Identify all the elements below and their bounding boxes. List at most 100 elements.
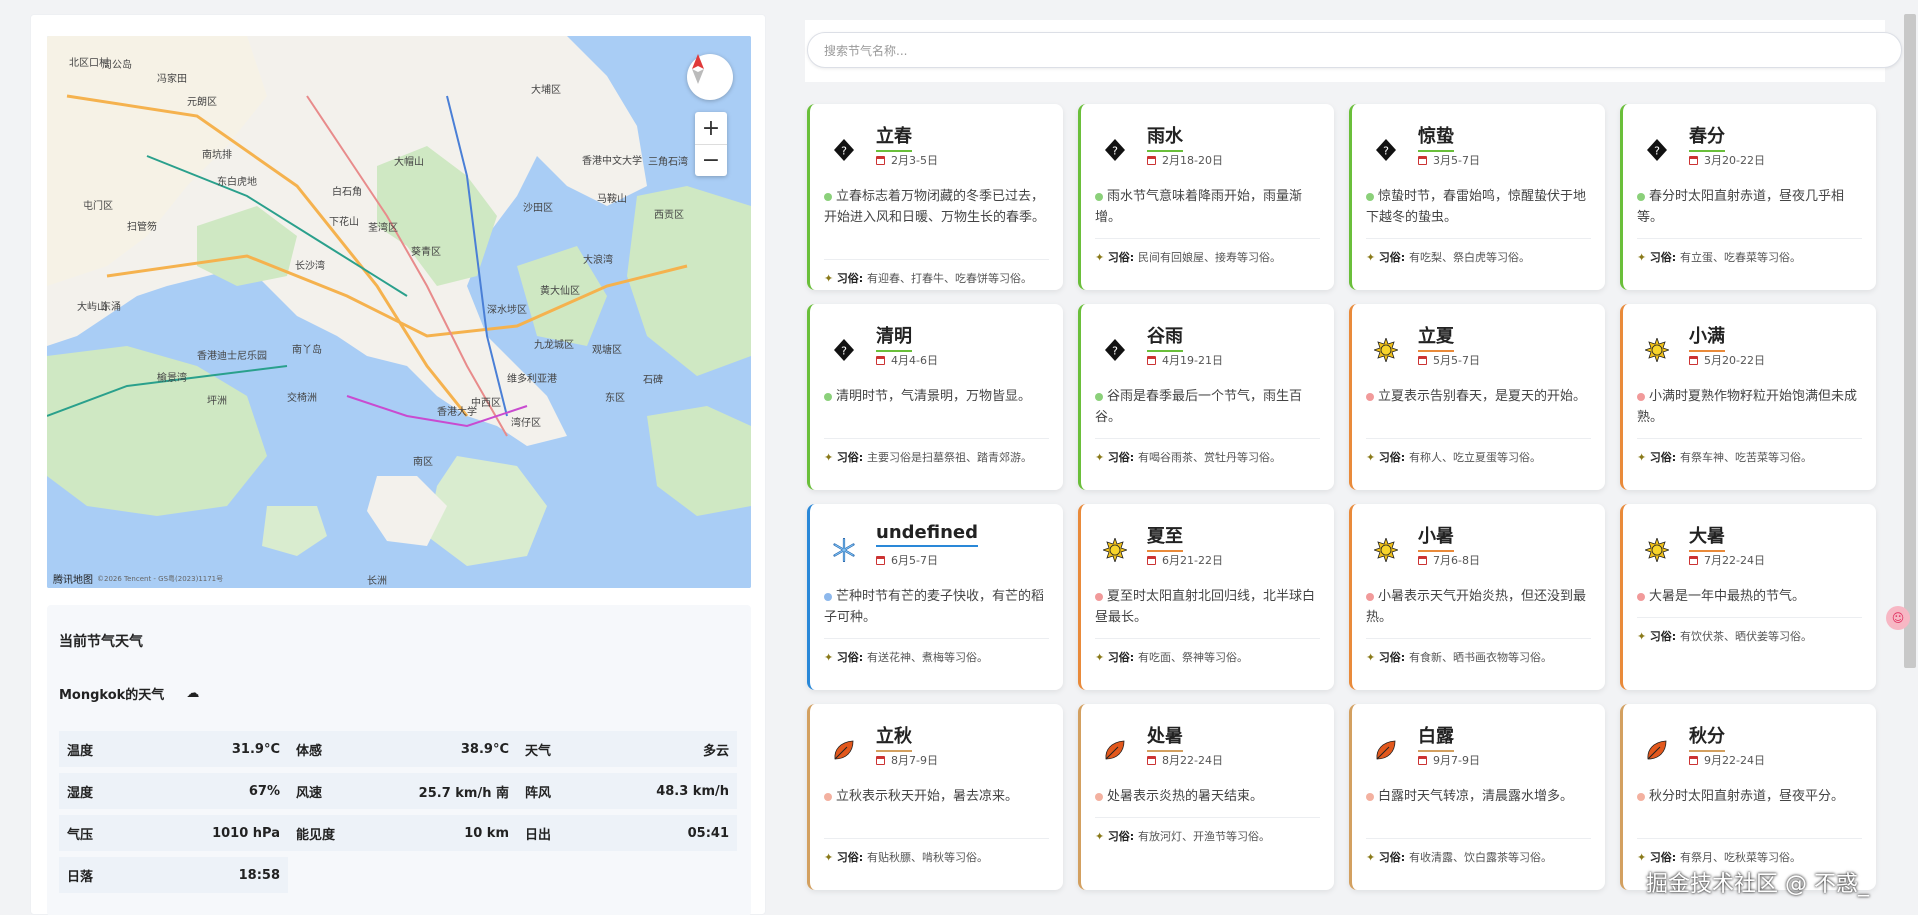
term-date: 3月5-7日 — [1418, 152, 1480, 168]
term-name: 谷雨 — [1147, 322, 1183, 352]
flower-icon — [824, 392, 832, 401]
term-name: 大暑 — [1689, 522, 1725, 552]
term-description-text: 立春标志着万物闭藏的冬季已过去，开始进入风和日暖、万物生长的春季。 — [824, 189, 1046, 225]
flower-icon — [1366, 192, 1374, 201]
side-float-icon[interactable]: ☺ — [1886, 606, 1910, 630]
term-name: 春分 — [1689, 122, 1725, 152]
card-divider — [1366, 838, 1591, 839]
weather-item: 体感 38.9°C — [288, 731, 517, 767]
term-customs: ✦ 习俗: 有称人、吃立夏蛋等习俗。 — [1366, 449, 1591, 466]
map[interactable]: 北区口村 冯家田 元朗区 南坑排 东白虎地 屯门区 扫管笏 大帽山 白石角 下花山 荃湾区 葵青区 长沙… — [47, 36, 751, 588]
solar-term-card[interactable]: ? 立春 2月3-5日 立春标志着万物闭藏的冬季已过去，开始进入风和日暖、万物生长的春… — [807, 104, 1063, 290]
customs-label: 习俗: — [1107, 651, 1138, 664]
term-description-text: 小暑表示天气开始炎热，但还没到最热。 — [1366, 589, 1587, 625]
term-description: 小满时夏熟作物籽粒开始饱满但未成熟。 — [1637, 386, 1862, 428]
term-customs: ✦ 习俗: 有祭车神、吃苦菜等习俗。 — [1637, 449, 1862, 466]
customs-text: 有放河灯、开渔节等习俗。 — [1137, 830, 1270, 843]
solar-term-card[interactable]: 立秋 8月7-9日 立秋表示秋天开始，暑去凉来。 ✦ 习俗: 有贴秋膘、啃秋等习俗。 — [807, 704, 1063, 890]
weather-item: 日出 05:41 — [517, 815, 737, 851]
weather-value: 25.7 km/h 南 — [418, 785, 509, 801]
card-divider — [1637, 617, 1862, 618]
term-customs: ✦ 习俗: 主要习俗是扫墓祭祖、踏青郊游。 — [824, 449, 1049, 466]
compass-icon[interactable] — [687, 54, 733, 100]
term-date-text: 2月18-20日 — [1162, 154, 1223, 167]
term-date: 7月22-24日 — [1689, 552, 1765, 568]
zoom-in-button[interactable]: + — [695, 112, 727, 144]
weather-item: 阵风 48.3 km/h — [517, 773, 737, 809]
solar-term-card[interactable]: 白露 9月7-9日 白露时天气转凉，清晨露水增多。 ✦ 习俗: 有收清露、饮白露茶等习… — [1349, 704, 1605, 890]
map-label: 元朗区 — [187, 97, 217, 108]
card-divider — [824, 838, 1049, 839]
sparkle-icon: ✦ — [1366, 451, 1379, 464]
term-description-text: 惊蛰时节，春雷始鸣，惊醒蛰伏于地下越冬的蛰虫。 — [1366, 189, 1587, 225]
unknown-glyph-icon: ? — [832, 338, 856, 362]
calendar-icon — [1147, 355, 1156, 365]
sparkle-icon: ✦ — [824, 851, 837, 864]
calendar-icon — [876, 355, 885, 365]
weather-value: 05:41 — [687, 825, 729, 841]
solar-term-card[interactable]: 立夏 5月5-7日 立夏表示告别春天，是夏天的开始。 ✦ 习俗: 有称人、吃立夏蛋等习… — [1349, 304, 1605, 490]
solar-term-card[interactable]: ? 雨水 2月18-20日 雨水节气意味着降雨开始，雨量渐增。 ✦ 习俗: 民间有回娘屋… — [1078, 104, 1334, 290]
map-label: 南区 — [413, 457, 433, 468]
solar-term-card[interactable]: ? 谷雨 4月19-21日 谷雨是春季最后一个节气，雨生百谷。 ✦ 习俗: 有喝谷雨茶、… — [1078, 304, 1334, 490]
search-input[interactable]: 搜索节气名称... — [807, 32, 1902, 68]
solar-term-card[interactable]: 处暑 8月22-24日 处暑表示炎热的暑天结束。 ✦ 习俗: 有放河灯、开渔节等习俗。 — [1078, 704, 1334, 890]
term-date-text: 3月20-22日 — [1704, 154, 1765, 167]
map-label: 葵青区 — [411, 247, 441, 258]
solar-term-card[interactable]: 秋分 9月22-24日 秋分时太阳直射赤道，昼夜平分。 ✦ 习俗: 有祭月、吃秋菜等习… — [1620, 704, 1876, 890]
weather-key: 气压 — [67, 827, 94, 843]
solar-term-card[interactable]: ? 清明 4月4-6日 清明时节，气清景明，万物皆显。 ✦ 习俗: 主要习俗是扫墓祭祖、… — [807, 304, 1063, 490]
svg-text:?: ? — [1112, 345, 1118, 358]
sparkle-icon: ✦ — [1366, 851, 1379, 864]
map-label: 湾仔区 — [511, 418, 541, 429]
map-label: 马鞍山 — [597, 194, 627, 205]
card-divider — [1366, 438, 1591, 439]
calendar-icon — [1689, 755, 1698, 765]
map-label: 南丫岛 — [292, 345, 322, 356]
term-customs: ✦ 习俗: 有收清露、饮白露茶等习俗。 — [1366, 849, 1591, 866]
flower-icon — [1095, 592, 1103, 601]
term-description: 惊蛰时节，春雷始鸣，惊醒蛰伏于地下越冬的蛰虫。 — [1366, 186, 1591, 228]
term-description-text: 立秋表示秋天开始，暑去凉来。 — [836, 789, 1019, 804]
solar-term-card[interactable]: 夏至 6月21-22日 夏至时太阳直射北回归线，北半球白昼最长。 ✦ 习俗: 有吃面、… — [1078, 504, 1334, 690]
term-date: 4月4-6日 — [876, 352, 938, 368]
customs-text: 有收清露、饮白露茶等习俗。 — [1408, 851, 1552, 864]
customs-label: 习俗: — [1107, 251, 1138, 264]
weather-city-label: Mongkok的天气 — [59, 688, 165, 703]
term-date-text: 7月6-8日 — [1433, 554, 1480, 567]
term-description: 春分时太阳直射赤道，昼夜几乎相等。 — [1637, 186, 1862, 228]
solar-term-card[interactable]: 小暑 7月6-8日 小暑表示天气开始炎热，但还没到最热。 ✦ 习俗: 有食新、晒书画衣… — [1349, 504, 1605, 690]
flower-icon — [824, 792, 832, 801]
flower-icon — [1095, 792, 1103, 801]
term-description-text: 夏至时太阳直射北回归线，北半球白昼最长。 — [1095, 589, 1316, 625]
card-divider — [1095, 817, 1320, 818]
term-customs: ✦ 习俗: 有祭月、吃秋菜等习俗。 — [1637, 849, 1862, 866]
zoom-out-button[interactable]: − — [695, 144, 727, 176]
customs-text: 有祭车神、吃苦菜等习俗。 — [1679, 451, 1812, 464]
sparkle-icon: ✦ — [1637, 630, 1650, 643]
solar-term-card[interactable]: ? 春分 3月20-22日 春分时太阳直射赤道，昼夜几乎相等。 ✦ 习俗: 有立蛋、吃春… — [1620, 104, 1876, 290]
term-description: 处暑表示炎热的暑天结束。 — [1095, 786, 1320, 807]
term-description-text: 秋分时太阳直射赤道，昼夜平分。 — [1649, 789, 1845, 804]
term-description-text: 春分时太阳直射赤道，昼夜几乎相等。 — [1637, 189, 1845, 225]
map-label: 榆景湾 — [157, 373, 187, 384]
sparkle-icon: ✦ — [1095, 830, 1108, 843]
weather-key: 湿度 — [67, 785, 94, 801]
solar-term-card[interactable]: ? 惊蛰 3月5-7日 惊蛰时节，春雷始鸣，惊醒蛰伏于地下越冬的蛰虫。 ✦ 习俗: 有吃… — [1349, 104, 1605, 290]
term-description-text: 芒种时节有芒的麦子快收，有芒的稻子可种。 — [824, 589, 1045, 625]
calendar-icon — [1147, 155, 1156, 165]
card-divider — [1637, 238, 1862, 239]
map-label: 大帽山 — [394, 157, 424, 168]
solar-term-card[interactable]: 小满 5月20-22日 小满时夏熟作物籽粒开始饱满但未成熟。 ✦ 习俗: 有祭车神、吃… — [1620, 304, 1876, 490]
flower-icon — [1637, 792, 1645, 801]
customs-text: 有食新、晒书画衣物等习俗。 — [1408, 651, 1552, 664]
sparkle-icon: ✦ — [1637, 251, 1650, 264]
solar-term-card[interactable]: 大暑 7月22-24日 大暑是一年中最热的节气。 ✦ 习俗: 有饮伏茶、晒伏姜等习俗。 — [1620, 504, 1876, 690]
card-divider — [1366, 638, 1591, 639]
customs-text: 有立蛋、吃春菜等习俗。 — [1679, 251, 1801, 264]
term-description: 雨水节气意味着降雨开始，雨量渐增。 — [1095, 186, 1320, 228]
solar-term-card[interactable]: undefined 6月5-7日 芒种时节有芒的麦子快收，有芒的稻子可种。 ✦ 习俗:… — [807, 504, 1063, 690]
term-date-text: 6月5-7日 — [891, 554, 938, 567]
term-description: 白露时天气转凉，清晨露水增多。 — [1366, 786, 1591, 807]
scrollbar[interactable] — [1904, 14, 1916, 668]
